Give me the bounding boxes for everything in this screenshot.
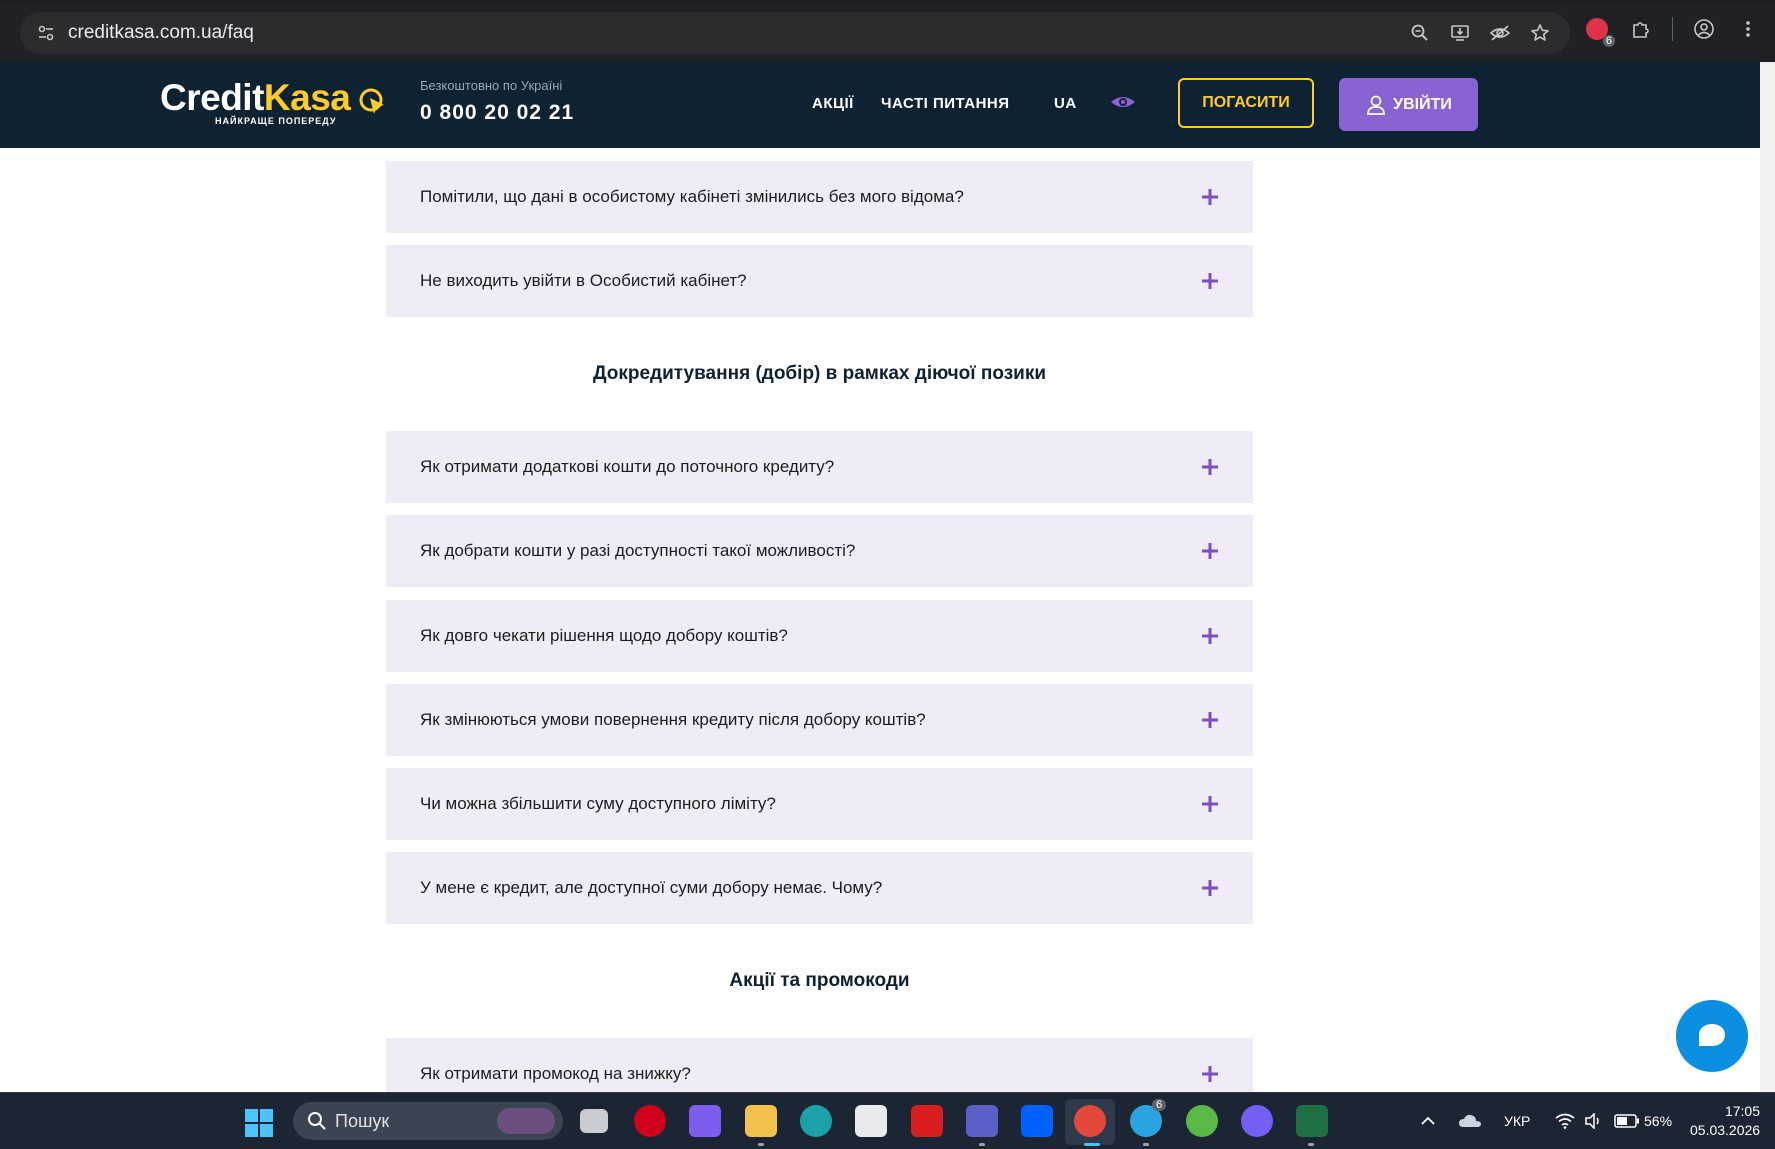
copilot-icon[interactable]	[689, 1105, 721, 1137]
show-hidden-icons-chevron-icon[interactable]	[1420, 1116, 1436, 1126]
input-language[interactable]: УКР	[1504, 1093, 1530, 1149]
profile-icon[interactable]	[1691, 16, 1717, 42]
install-app-icon[interactable]	[1448, 21, 1472, 45]
bookmark-star-icon[interactable]	[1528, 21, 1552, 45]
opera-icon[interactable]	[634, 1105, 666, 1137]
site-header: CreditKasa НАЙКРАЩЕ ПОПЕРЕДУ Безкоштовно…	[0, 62, 1775, 148]
system-clock[interactable]: 17:05 05.03.2026	[1690, 1102, 1760, 1140]
faq-item[interactable]: У мене є кредит, але доступної суми добо…	[386, 852, 1253, 924]
active-indicator	[1084, 1143, 1100, 1146]
logo-tagline: НАЙКРАЩЕ ПОПЕРЕДУ	[215, 116, 337, 126]
faq-item[interactable]: Не виходить увійти в Особистий кабінет?	[386, 245, 1253, 317]
expand-plus-icon[interactable]	[1201, 458, 1219, 476]
login-button[interactable]: УВІЙТИ	[1339, 78, 1478, 131]
faq-question: У мене є кредит, але доступної суми добо…	[420, 878, 883, 897]
battery-percent: 56%	[1644, 1113, 1673, 1129]
tracking-protection-icon[interactable]	[1488, 21, 1512, 45]
faq-question: Як добрати кошти у разі доступності тако…	[420, 541, 856, 560]
expand-plus-icon[interactable]	[1201, 627, 1219, 645]
expand-plus-icon[interactable]	[1201, 879, 1219, 897]
toolbar-divider	[1672, 17, 1673, 41]
url-text[interactable]: creditkasa.com.ua/faq	[68, 22, 254, 44]
browser-menu-icon[interactable]	[1735, 16, 1761, 42]
chat-icon	[1699, 1024, 1725, 1046]
pay-button[interactable]: ПОГАСИТИ	[1178, 78, 1314, 128]
faq-question: Як змінюються умови повернення кредиту п…	[420, 710, 926, 729]
faq-item[interactable]: Чи можна збільшити суму доступного ліміт…	[386, 768, 1253, 840]
microsoft-store-icon[interactable]	[855, 1105, 887, 1137]
logo-kasa: Kasa	[263, 77, 351, 118]
expand-plus-icon[interactable]	[1201, 272, 1219, 290]
expand-plus-icon[interactable]	[1201, 795, 1219, 813]
clock-time: 17:05	[1724, 1103, 1760, 1119]
faq-question: Не виходить увійти в Особистий кабінет?	[420, 271, 747, 290]
search-placeholder: Пошук	[335, 1110, 390, 1131]
chat-widget-button[interactable]	[1676, 1000, 1748, 1072]
faq-question: Чи можна збільшити суму доступного ліміт…	[420, 794, 776, 813]
file-explorer-icon[interactable]	[745, 1105, 777, 1137]
adblock-extension-icon[interactable]: 6	[1584, 16, 1615, 47]
faq-item[interactable]: Як довго чекати рішення щодо добору кошт…	[386, 600, 1253, 672]
phone-block: Безкоштовно по Україні 0 800 20 02 21	[420, 78, 574, 125]
page-scrollbar[interactable]	[1760, 62, 1775, 1092]
wifi-icon[interactable]	[1555, 1113, 1575, 1129]
extensions-puzzle-icon[interactable]	[1628, 16, 1654, 42]
faq-question: Як отримати додаткові кошти до поточного…	[420, 457, 835, 476]
site-info-icon[interactable]	[34, 21, 58, 45]
faq-question: Помітили, що дані в особистому кабінеті …	[420, 187, 964, 206]
excel-icon[interactable]	[1296, 1105, 1328, 1137]
logo-cursor-icon	[359, 88, 384, 114]
creditkasa-logo[interactable]: CreditKasa НАЙКРАЩЕ ПОПЕРЕДУ	[160, 77, 384, 126]
search-highlight-image	[497, 1108, 555, 1134]
phone-note: Безкоштовно по Україні	[420, 78, 563, 93]
search-icon	[308, 1112, 326, 1130]
utorrent-icon[interactable]	[1186, 1105, 1218, 1137]
nav-promos[interactable]: АКЦІЇ	[812, 95, 854, 112]
section-title: Акції та промокоди	[729, 970, 910, 991]
telegram-badge: 6	[1152, 1099, 1167, 1111]
volume-icon[interactable]	[1584, 1113, 1602, 1129]
onedrive-icon[interactable]	[1458, 1113, 1482, 1129]
logo-credit: Credit	[160, 77, 264, 118]
faq-item[interactable]: Як отримати додаткові кошти до поточного…	[386, 431, 1253, 503]
battery-icon[interactable]	[1614, 1114, 1640, 1128]
nav-faq[interactable]: ЧАСТІ ПИТАННЯ	[881, 95, 1010, 112]
expand-plus-icon[interactable]	[1201, 1065, 1219, 1083]
taskbar: Пошук 6 УКР 56% 17:05 05.03.2026	[0, 1092, 1775, 1149]
viber-icon[interactable]	[1241, 1105, 1273, 1137]
windows-start-icon[interactable]	[245, 1109, 273, 1137]
expand-plus-icon[interactable]	[1201, 711, 1219, 729]
teams-icon[interactable]	[966, 1105, 998, 1137]
address-bar[interactable]: creditkasa.com.ua/faq	[20, 12, 1570, 54]
clock-date: 05.03.2026	[1690, 1122, 1761, 1138]
task-view-icon[interactable]	[580, 1109, 608, 1133]
running-indicator	[758, 1143, 764, 1146]
phone-number[interactable]: 0 800 20 02 21	[420, 101, 574, 125]
section-title: Докредитування (добір) в рамках діючої п…	[592, 363, 1047, 384]
faq-item[interactable]: Помітили, що дані в особистому кабінеті …	[386, 161, 1253, 233]
nav-language[interactable]: UA	[1054, 95, 1077, 112]
extension-badge: 6	[1602, 35, 1615, 47]
user-icon	[1367, 95, 1385, 115]
faq-item[interactable]: Як добрати кошти у разі доступності тако…	[386, 515, 1253, 587]
edge-icon[interactable]	[800, 1105, 832, 1137]
browser-toolbar: creditkasa.com.ua/faq 6	[0, 4, 1775, 62]
faq-item[interactable]: Як змінюються умови повернення кредиту п…	[386, 684, 1253, 756]
running-indicator	[1308, 1143, 1314, 1146]
login-label: УВІЙТИ	[1393, 95, 1452, 113]
faq-question: Як довго чекати рішення щодо добору кошт…	[420, 626, 788, 645]
taskbar-search[interactable]: Пошук	[293, 1102, 563, 1140]
l-app-icon[interactable]	[911, 1105, 943, 1137]
dropbox-icon[interactable]	[1021, 1105, 1053, 1137]
expand-plus-icon[interactable]	[1201, 188, 1219, 206]
chrome-icon[interactable]	[1074, 1105, 1106, 1137]
faq-question: Як отримати промокод на знижку?	[420, 1064, 691, 1083]
running-indicator	[979, 1143, 985, 1146]
accessibility-eye-icon[interactable]	[1110, 92, 1136, 112]
expand-plus-icon[interactable]	[1201, 542, 1219, 560]
zoom-icon[interactable]	[1408, 21, 1432, 45]
running-indicator	[1143, 1143, 1149, 1146]
